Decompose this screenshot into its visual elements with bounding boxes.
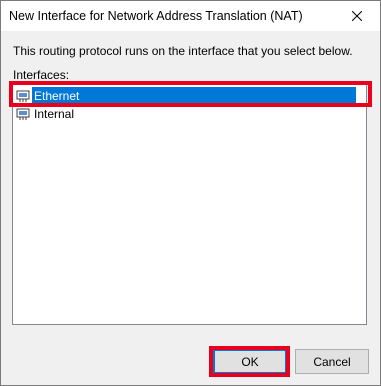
title-bar: New Interface for Network Address Transl… [1, 1, 380, 31]
list-item-internal[interactable]: Internal [16, 105, 356, 122]
close-button[interactable] [334, 1, 380, 31]
network-adapter-icon [16, 107, 30, 121]
description-text: This routing protocol runs on the interf… [13, 44, 353, 58]
dialog-window: New Interface for Network Address Transl… [0, 0, 381, 386]
ok-button[interactable]: OK [213, 349, 287, 374]
list-item-label: Ethernet [34, 88, 80, 103]
dialog-title: New Interface for Network Address Transl… [9, 9, 303, 23]
cancel-button[interactable]: Cancel [295, 349, 369, 374]
network-adapter-icon [16, 89, 30, 103]
interfaces-listbox[interactable]: Ethernet Internal [12, 81, 367, 325]
interfaces-label: Interfaces: [13, 68, 70, 82]
list-item-ethernet[interactable]: Ethernet [16, 87, 356, 104]
close-icon [352, 11, 362, 21]
list-item-label: Internal [34, 106, 75, 121]
